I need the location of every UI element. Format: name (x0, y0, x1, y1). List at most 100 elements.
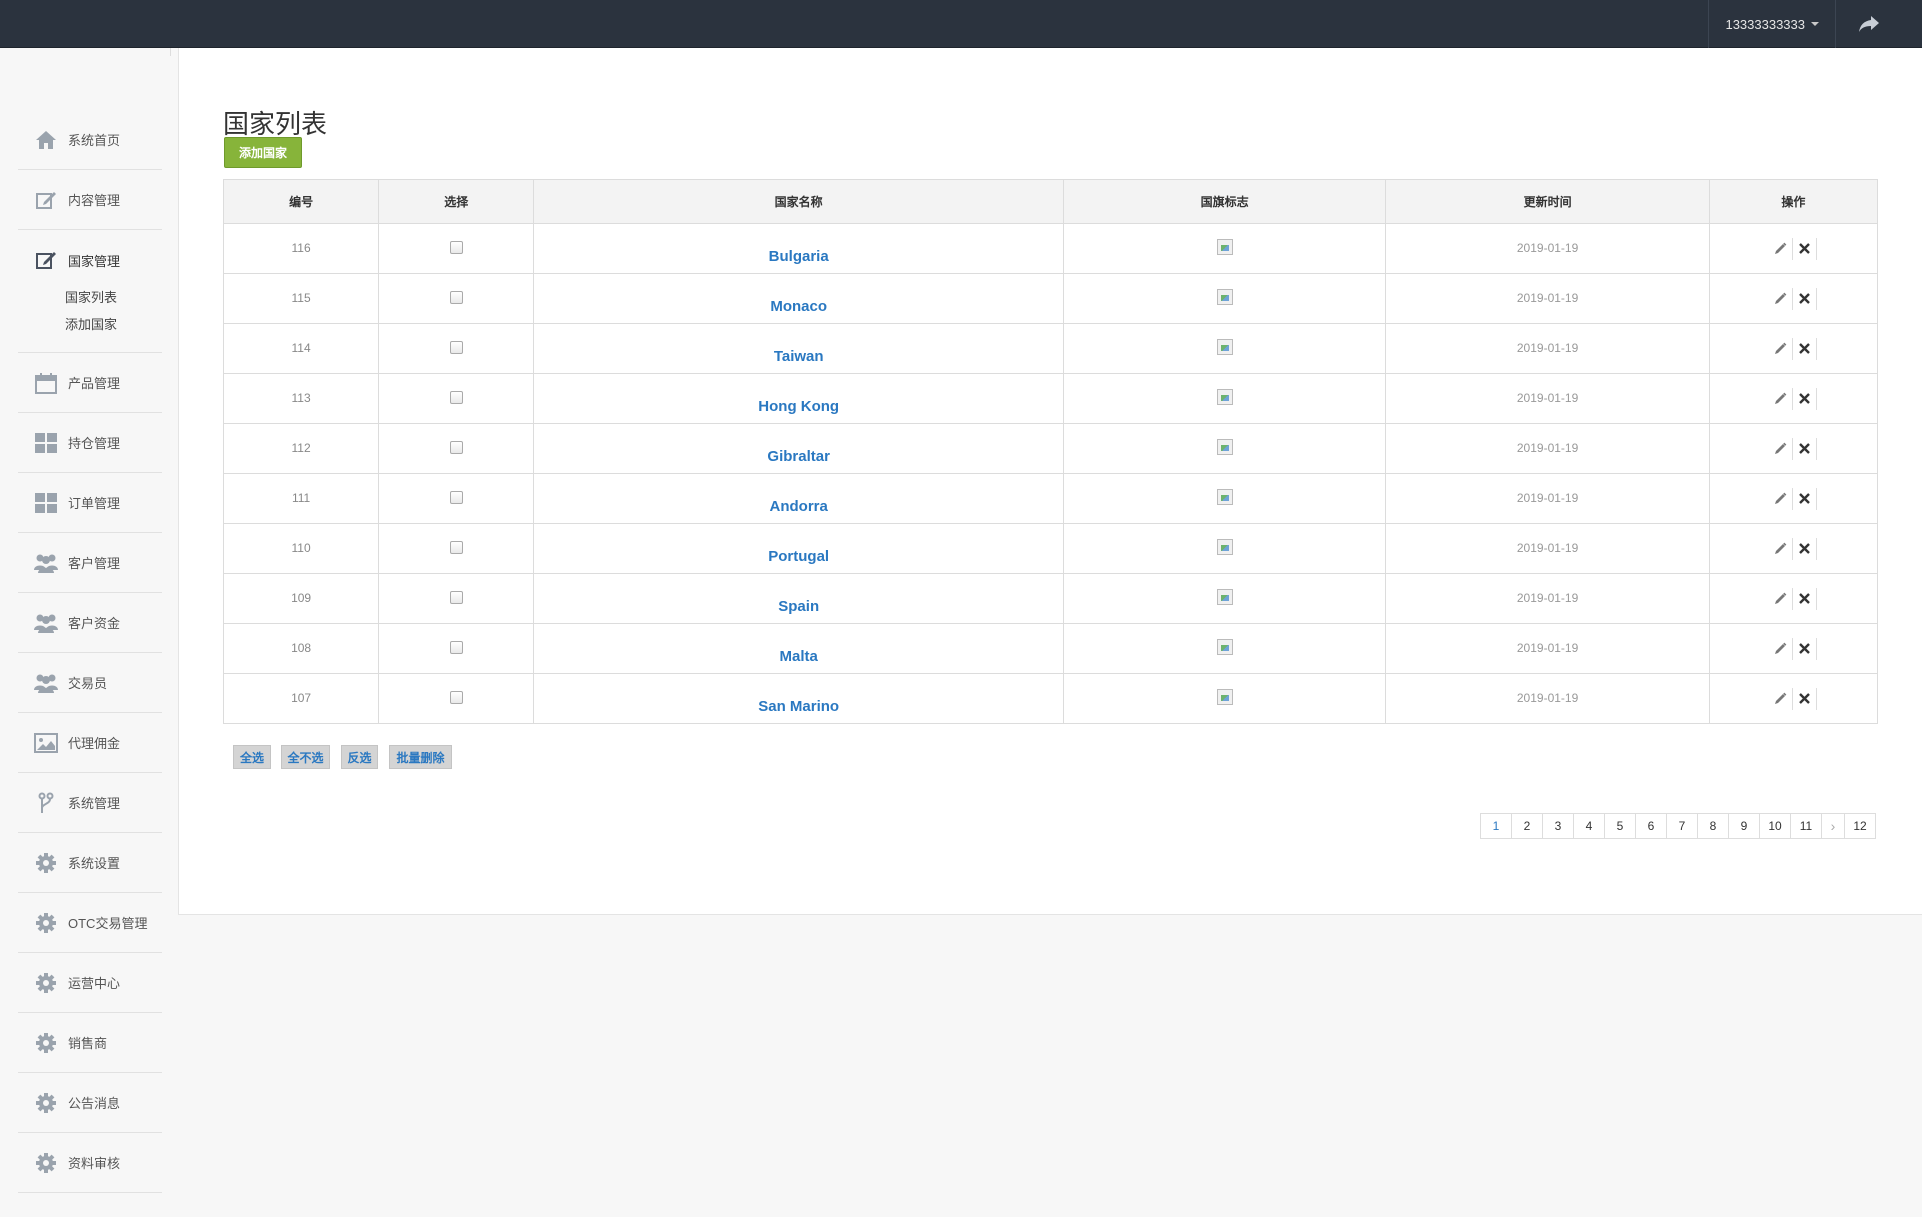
edit-button[interactable] (1769, 487, 1794, 510)
country-name-link[interactable]: Bulgaria (769, 248, 829, 265)
pencil-icon (1775, 542, 1787, 554)
table-row: 111 Andorra 2019-01-19 (222, 473, 1879, 524)
country-name-link[interactable]: Taiwan (774, 348, 824, 365)
page-link-11[interactable]: 11 (1790, 813, 1822, 839)
sidebar-item-traders[interactable]: 交易员 (18, 653, 162, 713)
batch-delete-button[interactable]: 批量删除 (389, 745, 452, 769)
column-header-flag: 国旗标志 (1062, 179, 1387, 224)
table-row: 109 Spain 2019-01-19 (222, 573, 1879, 624)
sidebar-item-announcements[interactable]: 公告消息 (18, 1073, 162, 1133)
edit-button[interactable] (1769, 437, 1794, 460)
sidebar-item-label: 产品管理 (68, 376, 121, 391)
sidebar-item-operations[interactable]: 运营中心 (18, 953, 162, 1013)
delete-button[interactable] (1793, 337, 1818, 360)
select-none-button[interactable]: 全不选 (281, 745, 330, 769)
sidebar-item-home[interactable]: 系统首页 (18, 110, 162, 170)
page-link-7[interactable]: 7 (1666, 813, 1698, 839)
row-checkbox[interactable] (449, 540, 463, 554)
broken-image-icon (1216, 239, 1233, 255)
row-checkbox[interactable] (449, 240, 463, 254)
delete-button[interactable] (1793, 687, 1818, 710)
row-checkbox[interactable] (449, 290, 463, 304)
sidebar-item-document-review[interactable]: 资料审核 (18, 1133, 162, 1193)
sidebar-item-sellers[interactable]: 销售商 (18, 1013, 162, 1073)
page-link-2[interactable]: 2 (1511, 813, 1543, 839)
sidebar-item-otc[interactable]: OTC交易管理 (18, 893, 162, 953)
sidebar-item-positions[interactable]: 持仓管理 (18, 413, 162, 473)
country-name-link[interactable]: Portugal (768, 548, 829, 565)
edit-button[interactable] (1769, 537, 1794, 560)
row-checkbox[interactable] (449, 640, 463, 654)
page-link-3[interactable]: 3 (1542, 813, 1574, 839)
table-row: 114 Taiwan 2019-01-19 (222, 323, 1879, 374)
sidebar-item-settings[interactable]: 系统设置 (18, 833, 162, 893)
delete-button[interactable] (1793, 387, 1818, 410)
edit-button[interactable] (1769, 637, 1794, 660)
delete-button[interactable] (1793, 437, 1818, 460)
sidebar-subitem-country-list[interactable]: 国家列表 (65, 284, 162, 311)
edit-button[interactable] (1769, 337, 1794, 360)
group-icon (34, 611, 58, 635)
sidebar-item-commission[interactable]: 代理佣金 (18, 713, 162, 773)
country-name-link[interactable]: Spain (778, 598, 819, 615)
name-cell: Taiwan (533, 323, 1064, 374)
sidebar-item-content[interactable]: 内容管理 (18, 170, 162, 230)
edit-button[interactable] (1769, 237, 1794, 260)
sidebar-item-country[interactable]: 国家管理 (18, 230, 162, 290)
sidebar-item-label: 持仓管理 (68, 436, 121, 451)
logout-button[interactable] (1836, 0, 1902, 48)
sidebar-item-label: 公告消息 (68, 1096, 121, 1111)
sidebar-item-orders[interactable]: 订单管理 (18, 473, 162, 533)
row-checkbox[interactable] (449, 390, 463, 404)
delete-button[interactable] (1793, 537, 1818, 560)
sidebar-item-customers[interactable]: 客户管理 (18, 533, 162, 593)
delete-button[interactable] (1793, 587, 1818, 610)
row-checkbox[interactable] (449, 440, 463, 454)
delete-button[interactable] (1793, 287, 1818, 310)
country-name-link[interactable]: San Marino (758, 698, 839, 715)
country-name-link[interactable]: Monaco (770, 298, 827, 315)
delete-button[interactable] (1793, 637, 1818, 660)
invert-selection-button[interactable]: 反选 (341, 745, 378, 769)
edit-icon (34, 248, 58, 272)
page-link-6[interactable]: 6 (1635, 813, 1667, 839)
page-link-9[interactable]: 9 (1728, 813, 1760, 839)
broken-image-icon (1216, 639, 1233, 655)
page-link-5[interactable]: 5 (1604, 813, 1636, 839)
page-link-last[interactable]: 12 (1844, 813, 1876, 839)
edit-button[interactable] (1769, 387, 1794, 410)
select-cell (378, 523, 535, 574)
actions-cell (1708, 273, 1879, 324)
row-checkbox[interactable] (449, 490, 463, 504)
country-name-link[interactable]: Gibraltar (767, 448, 830, 465)
country-name-link[interactable]: Hong Kong (758, 398, 839, 415)
row-checkbox[interactable] (449, 690, 463, 704)
row-checkbox[interactable] (449, 590, 463, 604)
sidebar-item-customer-funds[interactable]: 客户资金 (18, 593, 162, 653)
delete-button[interactable] (1793, 237, 1818, 260)
edit-button[interactable] (1769, 587, 1794, 610)
delete-button[interactable] (1793, 487, 1818, 510)
page-link-4[interactable]: 4 (1573, 813, 1605, 839)
next-page-button[interactable]: › (1821, 813, 1845, 839)
sidebar-subitem-add-country[interactable]: 添加国家 (65, 311, 162, 338)
edit-button[interactable] (1769, 687, 1794, 710)
sidebar-item-label: 系统管理 (68, 796, 121, 811)
close-icon (1799, 443, 1811, 454)
sidebar-item-label: 内容管理 (68, 193, 121, 208)
page-link-1[interactable]: 1 (1480, 813, 1512, 839)
sidebar-item-label: OTC交易管理 (68, 916, 148, 931)
select-all-button[interactable]: 全选 (233, 745, 271, 769)
page-link-10[interactable]: 10 (1759, 813, 1791, 839)
sidebar-item-system-admin[interactable]: 系统管理 (18, 773, 162, 833)
sidebar-menu: 系统首页 内容管理 国家管理 国家列表 添加国家 产品管理 持仓管理 订单管理 … (18, 110, 162, 1193)
row-checkbox[interactable] (449, 340, 463, 354)
add-country-button[interactable]: 添加国家 (224, 137, 302, 168)
picture-icon (34, 731, 58, 755)
page-link-8[interactable]: 8 (1697, 813, 1729, 839)
user-menu[interactable]: 13333333333 (1708, 0, 1836, 48)
sidebar-item-products[interactable]: 产品管理 (18, 353, 162, 413)
edit-button[interactable] (1769, 287, 1794, 310)
country-name-link[interactable]: Andorra (770, 498, 828, 515)
country-name-link[interactable]: Malta (780, 648, 818, 665)
